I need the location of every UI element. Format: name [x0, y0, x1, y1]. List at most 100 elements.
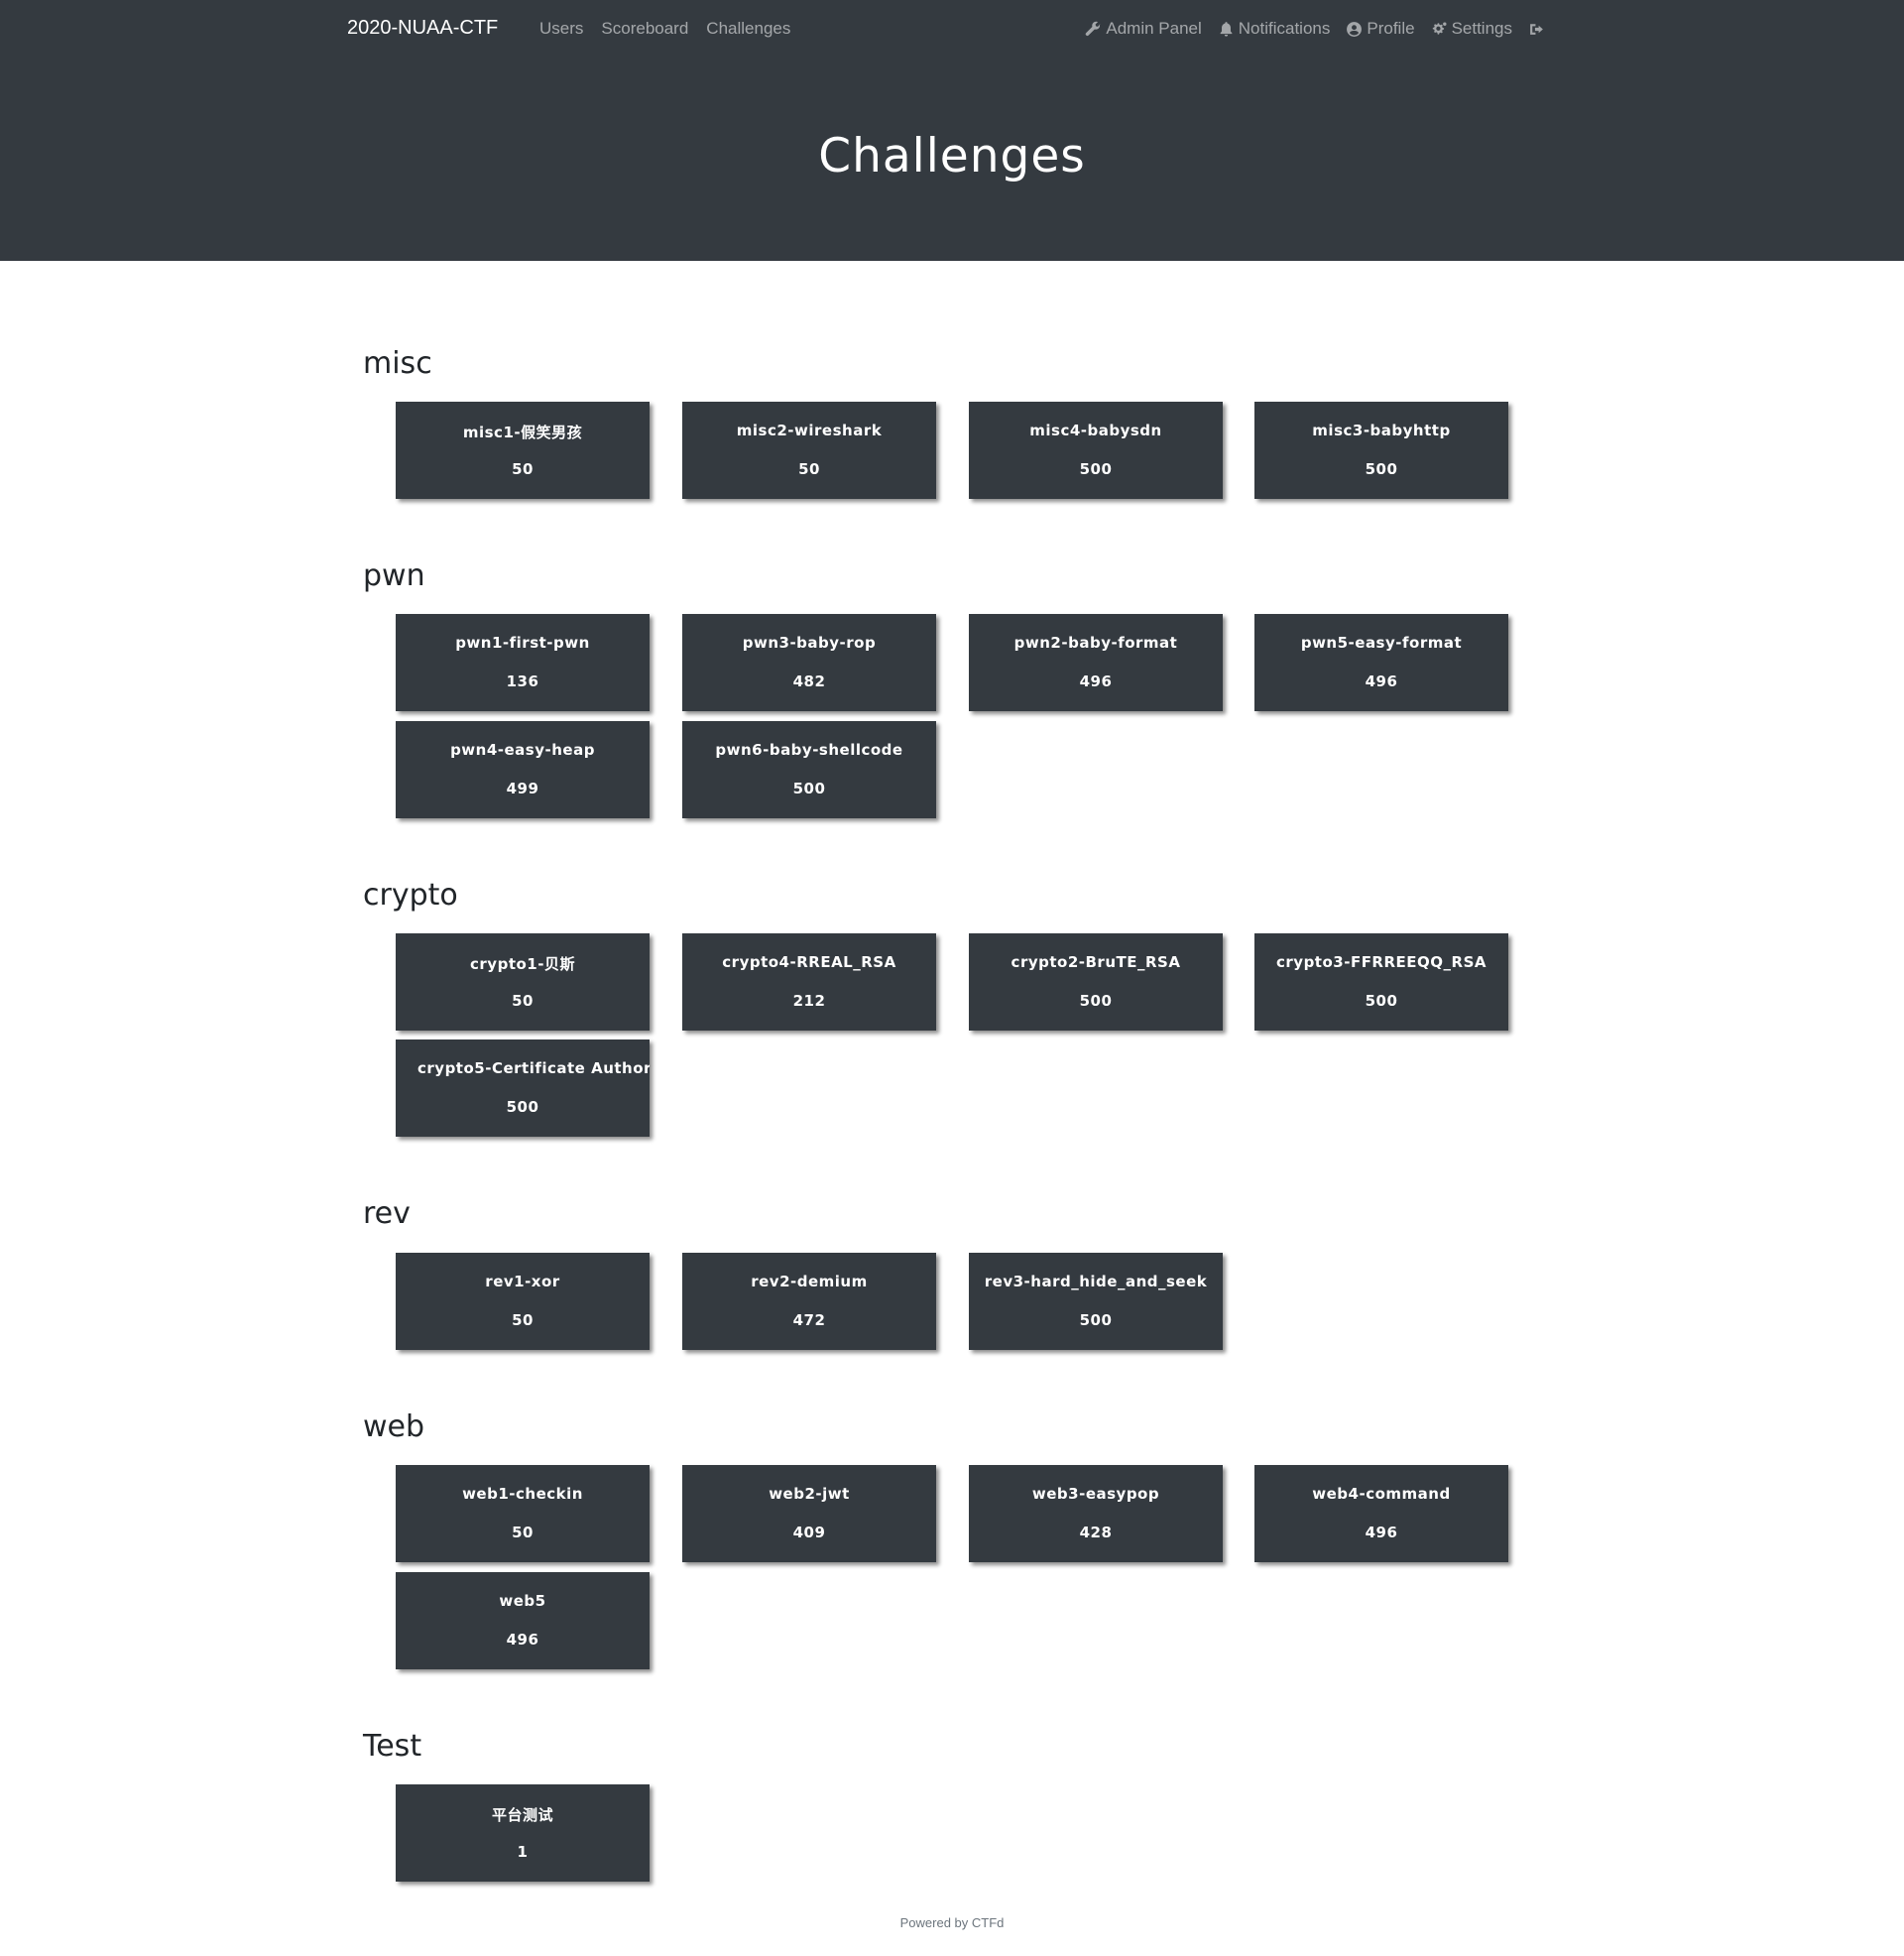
challenge-name: crypto1-贝斯	[470, 955, 575, 973]
challenge-value: 1	[517, 1843, 529, 1861]
challenge-value: 500	[1365, 460, 1398, 478]
challenge-card[interactable]: misc2-wireshark 50	[682, 402, 936, 499]
challenge-card[interactable]: pwn1-first-pwn 136	[396, 614, 650, 711]
challenge-card[interactable]: misc1-假笑男孩 50	[396, 402, 650, 499]
challenge-name: crypto2-BruTE_RSA	[1011, 953, 1181, 971]
category-title-web: web	[363, 1409, 425, 1444]
top-navbar: 2020-NUAA-CTF Users Scoreboard Challenge…	[0, 0, 1904, 60]
challenge-card[interactable]: crypto3-FFRREEQQ_RSA 500	[1254, 933, 1508, 1031]
challenge-value: 50	[512, 992, 534, 1010]
nav-user-links: Admin Panel Notifications Profile Settin…	[1085, 19, 1545, 39]
challenge-value: 500	[1079, 460, 1113, 478]
nav-main-links: Users Scoreboard Challenges	[539, 19, 790, 39]
nav-profile[interactable]: Profile	[1346, 19, 1415, 39]
challenge-name: crypto3-FFRREEQQ_RSA	[1276, 953, 1487, 971]
sign-out-icon	[1530, 23, 1543, 35]
challenge-card[interactable]: 平台测试 1	[396, 1784, 650, 1882]
challenge-name: crypto4-RREAL_RSA	[722, 953, 896, 971]
category-title-misc: misc	[363, 346, 432, 381]
category-title-rev: rev	[363, 1196, 411, 1231]
challenge-name: misc2-wireshark	[736, 422, 883, 439]
challenge-value: 496	[1079, 672, 1113, 690]
challenge-value: 482	[792, 672, 826, 690]
challenge-card[interactable]: pwn6-baby-shellcode 500	[682, 721, 936, 818]
challenge-name: misc1-假笑男孩	[462, 424, 583, 441]
profile-label: Profile	[1367, 19, 1415, 38]
challenge-card[interactable]: crypto4-RREAL_RSA 212	[682, 933, 936, 1031]
bell-icon	[1220, 21, 1233, 37]
challenge-value: 500	[1365, 992, 1398, 1010]
challenge-name: misc3-babyhttp	[1312, 422, 1451, 439]
challenge-name: rev2-demium	[751, 1273, 868, 1290]
challenge-name: pwn6-baby-shellcode	[715, 741, 903, 759]
challenge-name: pwn4-easy-heap	[450, 741, 595, 759]
user-circle-icon	[1347, 21, 1363, 37]
challenge-value: 496	[1365, 1524, 1398, 1541]
nav-logout[interactable]	[1528, 21, 1545, 38]
page-title: Challenges	[818, 129, 1086, 183]
challenge-value: 50	[512, 1311, 534, 1329]
challenge-value: 500	[506, 1098, 539, 1116]
challenge-name: 平台测试	[491, 1806, 553, 1824]
challenge-value: 50	[512, 1524, 534, 1541]
nav-notifications[interactable]: Notifications	[1218, 19, 1331, 39]
challenge-value: 50	[512, 460, 534, 478]
challenge-card[interactable]: web5 496	[396, 1572, 650, 1669]
challenge-card[interactable]: rev3-hard_hide_and_seek 500	[969, 1253, 1223, 1350]
challenge-value: 428	[1079, 1524, 1113, 1541]
challenge-card[interactable]: web3-easypop 428	[969, 1465, 1223, 1562]
challenge-name: rev1-xor	[485, 1273, 560, 1290]
challenge-value: 500	[1079, 1311, 1113, 1329]
nav-settings[interactable]: Settings	[1431, 19, 1512, 39]
challenge-name: pwn5-easy-format	[1300, 634, 1463, 652]
admin-panel-label: Admin Panel	[1106, 19, 1202, 38]
category-title-crypto: crypto	[363, 878, 458, 913]
challenge-card[interactable]: pwn3-baby-rop 482	[682, 614, 936, 711]
challenge-name: web1-checkin	[462, 1485, 583, 1503]
nav-link-users[interactable]: Users	[539, 19, 583, 39]
notifications-label: Notifications	[1238, 19, 1331, 38]
challenge-value: 499	[506, 780, 539, 797]
challenge-name: crypto5-Certificate Authority	[417, 1059, 650, 1077]
challenge-value: 496	[1365, 672, 1398, 690]
gears-icon	[1432, 21, 1447, 35]
challenge-value: 136	[506, 672, 539, 690]
challenge-name: web4-command	[1312, 1485, 1451, 1503]
nav-admin-panel[interactable]: Admin Panel	[1085, 19, 1202, 39]
footer-powered-by[interactable]: Powered by CTFd	[0, 1915, 1904, 1930]
challenge-name: misc4-babysdn	[1029, 422, 1162, 439]
brand-link[interactable]: 2020-NUAA-CTF	[347, 17, 498, 40]
challenge-card[interactable]: crypto1-贝斯 50	[396, 933, 650, 1031]
category-title-test: Test	[363, 1729, 422, 1764]
challenge-card[interactable]: web1-checkin 50	[396, 1465, 650, 1562]
challenge-card[interactable]: rev1-xor 50	[396, 1253, 650, 1350]
settings-label: Settings	[1451, 19, 1512, 38]
challenge-name: pwn1-first-pwn	[455, 634, 590, 652]
challenge-value: 496	[506, 1631, 539, 1649]
wrench-icon	[1086, 21, 1101, 36]
challenge-value: 500	[792, 780, 826, 797]
challenge-card[interactable]: pwn5-easy-format 496	[1254, 614, 1508, 711]
challenge-name: rev3-hard_hide_and_seek	[984, 1273, 1208, 1290]
challenge-value: 50	[798, 460, 820, 478]
challenge-card[interactable]: pwn4-easy-heap 499	[396, 721, 650, 818]
nav-link-challenges[interactable]: Challenges	[706, 19, 790, 39]
page-header: Challenges	[0, 60, 1904, 261]
challenge-card[interactable]: crypto5-Certificate Authority 500	[396, 1039, 650, 1137]
challenge-card[interactable]: misc3-babyhttp 500	[1254, 402, 1508, 499]
challenge-name: pwn2-baby-format	[1013, 634, 1178, 652]
challenge-card[interactable]: web2-jwt 409	[682, 1465, 936, 1562]
challenge-name: pwn3-baby-rop	[742, 634, 877, 652]
challenge-card[interactable]: rev2-demium 472	[682, 1253, 936, 1350]
challenge-card[interactable]: web4-command 496	[1254, 1465, 1508, 1562]
challenge-value: 500	[1079, 992, 1113, 1010]
challenge-value: 409	[792, 1524, 826, 1541]
category-title-pwn: pwn	[363, 558, 425, 593]
challenge-card[interactable]: pwn2-baby-format 496	[969, 614, 1223, 711]
challenge-card[interactable]: misc4-babysdn 500	[969, 402, 1223, 499]
nav-link-scoreboard[interactable]: Scoreboard	[601, 19, 688, 39]
challenge-name: web2-jwt	[769, 1485, 850, 1503]
challenge-card[interactable]: crypto2-BruTE_RSA 500	[969, 933, 1223, 1031]
challenge-value: 472	[792, 1311, 826, 1329]
challenge-value: 212	[792, 992, 826, 1010]
